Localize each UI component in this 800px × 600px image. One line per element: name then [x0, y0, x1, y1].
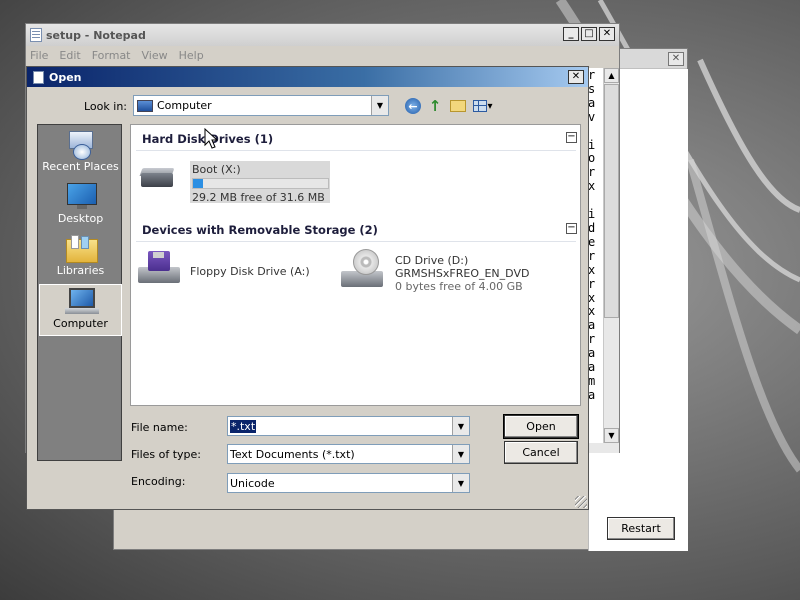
- places-bar: Recent Places Desktop Libraries Computer: [37, 124, 122, 461]
- drive-boot-info: Boot (X:) 29.2 MB free of 31.6 MB: [192, 163, 329, 204]
- restart-button[interactable]: Restart: [607, 517, 675, 540]
- chevron-down-icon[interactable]: ▼: [452, 474, 469, 492]
- computer-icon: [137, 99, 153, 112]
- encoding-label: Encoding:: [131, 475, 186, 488]
- place-label: Recent Places: [42, 160, 119, 173]
- place-libraries[interactable]: Libraries: [39, 232, 122, 284]
- look-in-label: Look in:: [84, 100, 127, 113]
- close-button[interactable]: ✕: [599, 27, 615, 41]
- drive-free-space: 29.2 MB free of 31.6 MB: [192, 191, 325, 204]
- menu-format[interactable]: Format: [92, 49, 131, 62]
- notepad-icon: [30, 28, 42, 42]
- notepad-text-area[interactable]: r s a v i o r x i d e r x r x x a r a a …: [587, 68, 603, 443]
- open-dialog: Open ✕ Look in: Computer ▼ ← ↑ ▾ Recent …: [26, 66, 589, 510]
- place-label: Computer: [53, 317, 108, 330]
- cd-drive-icon: [339, 249, 389, 293]
- chevron-down-icon[interactable]: ▼: [371, 96, 388, 115]
- menu-view[interactable]: View: [142, 49, 168, 62]
- open-dialog-title-bar[interactable]: Open ✕: [27, 67, 588, 87]
- drive-label: GRMSHSxFREO_EN_DVD: [395, 267, 530, 280]
- navigation-toolbar: ← ↑ ▾: [405, 97, 499, 115]
- capacity-bar-fill: [193, 179, 204, 188]
- maximize-button[interactable]: □: [581, 27, 597, 41]
- chevron-down-icon[interactable]: ▼: [452, 445, 469, 463]
- drive-floppy[interactable]: Floppy Disk Drive (A:): [136, 249, 310, 289]
- new-folder-button[interactable]: [449, 97, 467, 115]
- notepad-title-bar[interactable]: setup - Notepad _ □ ✕: [26, 24, 619, 46]
- minimize-button[interactable]: _: [563, 27, 579, 41]
- recent-places-icon: [65, 131, 97, 160]
- views-icon: [473, 100, 488, 112]
- new-folder-icon: [450, 100, 466, 112]
- place-recent-places[interactable]: Recent Places: [39, 128, 122, 180]
- scroll-down-arrow-icon[interactable]: ▼: [604, 428, 619, 443]
- notepad-menu-bar: File Edit Format View Help: [26, 46, 619, 64]
- notepad-horizontal-scrollbar[interactable]: [587, 443, 619, 453]
- look-in-dropdown[interactable]: Computer ▼: [133, 95, 389, 116]
- up-folder-icon[interactable]: ↑: [426, 97, 444, 115]
- floppy-drive-icon: [136, 249, 184, 289]
- files-of-type-dropdown[interactable]: Text Documents (*.txt) ▼: [227, 444, 470, 464]
- back-arrow-icon[interactable]: ←: [405, 98, 421, 114]
- collapse-icon[interactable]: −: [566, 223, 577, 234]
- document-icon: [33, 70, 44, 84]
- files-of-type-label: Files of type:: [131, 448, 202, 461]
- scroll-thumb[interactable]: [604, 84, 619, 318]
- drive-cd[interactable]: CD Drive (D:) GRMSHSxFREO_EN_DVD 0 bytes…: [339, 249, 529, 293]
- capacity-bar: [192, 178, 329, 189]
- libraries-icon: [65, 235, 98, 263]
- notepad-title: setup - Notepad: [46, 28, 146, 42]
- cancel-button[interactable]: Cancel: [504, 441, 578, 464]
- desktop-icon: [65, 183, 97, 211]
- open-dialog-close-button[interactable]: ✕: [568, 70, 584, 84]
- place-desktop[interactable]: Desktop: [39, 180, 122, 232]
- menu-file[interactable]: File: [30, 49, 48, 62]
- collapse-icon[interactable]: −: [566, 132, 577, 143]
- resize-grip-icon[interactable]: [575, 496, 587, 508]
- drive-boot[interactable]: Boot (X:) 29.2 MB free of 31.6 MB: [139, 163, 329, 204]
- scroll-up-arrow-icon[interactable]: ▲: [604, 68, 619, 83]
- open-dialog-title: Open: [49, 70, 82, 84]
- place-computer[interactable]: Computer: [39, 284, 122, 336]
- menu-edit[interactable]: Edit: [59, 49, 80, 62]
- drive-name: Floppy Disk Drive (A:): [190, 265, 310, 278]
- open-button[interactable]: Open: [503, 414, 579, 439]
- chevron-down-icon[interactable]: ▼: [452, 417, 469, 435]
- drive-name: Boot (X:): [192, 163, 241, 176]
- computer-icon: [64, 288, 99, 316]
- drive-free-space: 0 bytes free of 4.00 GB: [395, 280, 523, 293]
- views-menu-button[interactable]: ▾: [472, 97, 494, 115]
- encoding-dropdown[interactable]: Unicode ▼: [227, 473, 470, 493]
- place-label: Desktop: [57, 212, 104, 225]
- drive-cd-info: CD Drive (D:) GRMSHSxFREO_EN_DVD 0 bytes…: [395, 254, 529, 293]
- menu-help[interactable]: Help: [179, 49, 204, 62]
- group-divider: [136, 150, 576, 151]
- mouse-cursor-icon: [204, 128, 218, 149]
- notepad-vertical-scrollbar[interactable]: ▲ ▼: [603, 68, 619, 443]
- file-name-value[interactable]: *.txt: [230, 419, 257, 433]
- look-in-value: Computer: [157, 99, 212, 112]
- file-name-label: File name:: [131, 421, 188, 434]
- file-name-combo[interactable]: *.txt ▼: [227, 416, 470, 436]
- hard-drive-icon: [139, 163, 175, 191]
- setup-close-button[interactable]: ✕: [668, 52, 684, 66]
- group-header-removable[interactable]: Devices with Removable Storage (2): [142, 223, 378, 237]
- group-divider: [136, 241, 576, 242]
- encoding-value: Unicode: [230, 476, 275, 490]
- drive-name: CD Drive (D:): [395, 254, 469, 267]
- files-of-type-value: Text Documents (*.txt): [230, 447, 355, 461]
- place-label: Libraries: [56, 264, 105, 277]
- file-list-view[interactable]: Hard Disk Drives (1) − Boot (X:) 29.2 MB…: [130, 124, 581, 406]
